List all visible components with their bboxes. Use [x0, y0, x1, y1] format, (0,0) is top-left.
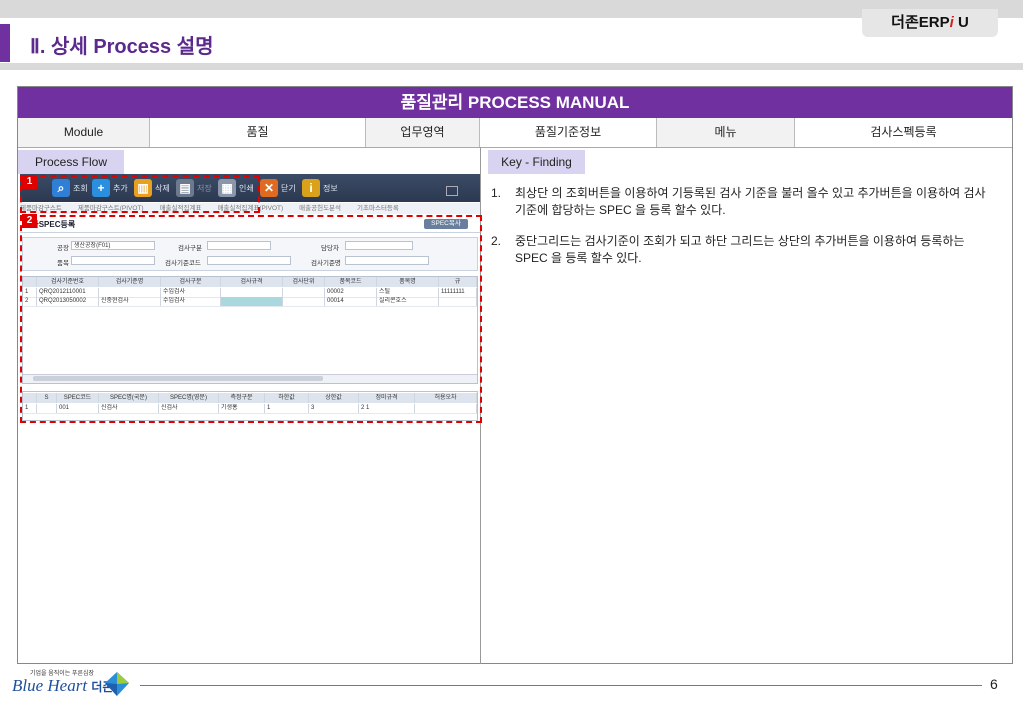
info-book-icon: i — [302, 179, 320, 197]
blue-heart-logo: 기업을 움직이는 푸른심장 Blue Heart 더존 — [12, 668, 137, 702]
info-value-area: 품질기준정보 — [480, 118, 657, 147]
info-label-area: 업무영역 — [366, 118, 480, 147]
manual-info-row: Module 품질 업무영역 품질기준정보 메뉴 검사스펙등록 — [18, 118, 1012, 148]
finding-item: 1. 최상단 의 조회버튼을 이용하여 기등록된 검사 기준을 불러 올수 있고 … — [491, 186, 986, 217]
window-controls[interactable] — [442, 183, 472, 214]
restore-icon[interactable] — [446, 186, 458, 196]
info-label-module: Module — [18, 118, 150, 147]
close-icon: ✕ — [260, 179, 278, 197]
manual-header: 품질관리 PROCESS MANUAL — [18, 87, 1012, 118]
title-accent-bar — [0, 24, 10, 62]
process-flow-label: Process Flow — [18, 150, 124, 174]
step-badge-2: 2 — [22, 214, 37, 228]
heart-gem-icon — [105, 672, 129, 696]
key-finding-label: Key - Finding — [488, 150, 585, 174]
title-rule — [0, 63, 1023, 70]
info-value-menu: 검사스펙등록 — [795, 118, 1012, 147]
menu-tab[interactable]: 매출공헌도분석 — [299, 205, 341, 212]
highlight-box-toolbar — [20, 175, 260, 213]
menu-tab[interactable]: 기초마스터등록 — [357, 205, 399, 212]
key-finding-list: 1. 최상단 의 조회버튼을 이용하여 기등록된 검사 기준을 불러 올수 있고 … — [491, 185, 991, 281]
finding-item: 2. 중단그리드는 검사기준이 조회가 되고 하단 그리드는 상단의 추가버튼을 … — [491, 234, 965, 265]
highlight-box-grids — [20, 215, 482, 423]
toolbar-close-button[interactable]: ✕ 닫기 — [260, 178, 296, 198]
logo-wordmark: Blue Heart 더존 — [12, 676, 114, 695]
page-number: 6 — [990, 676, 998, 692]
toolbar-label: 닫기 — [281, 183, 296, 193]
step-badge-1: 1 — [22, 175, 37, 189]
brand-logo: 더존ERPi U — [862, 9, 998, 37]
info-value-module: 품질 — [150, 118, 366, 147]
manual-frame: 품질관리 PROCESS MANUAL Module 품질 업무영역 품질기준정… — [17, 86, 1013, 664]
footer-rule — [140, 685, 982, 686]
info-label-menu: 메뉴 — [657, 118, 795, 147]
toolbar-info-book-button[interactable]: i 정보 — [302, 178, 338, 198]
toolbar-label: 정보 — [323, 183, 338, 193]
page-title: Ⅱ. 상세 Process 설명 — [30, 36, 214, 58]
